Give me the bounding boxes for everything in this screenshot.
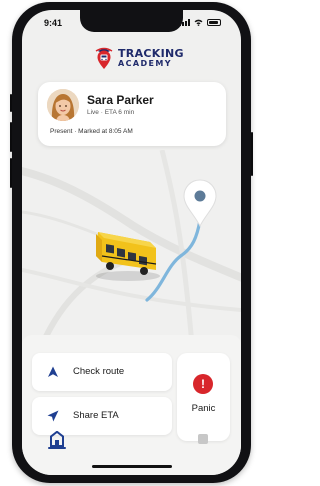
check-route-button[interactable]: Check route [32, 353, 172, 391]
active-tab-indicator [48, 447, 66, 449]
share-eta-label: Share ETA [73, 410, 119, 421]
notch [80, 10, 183, 32]
student-avatar [47, 89, 79, 121]
square-icon[interactable] [198, 434, 208, 444]
app-header: TRACKING ACADEMY [22, 44, 241, 78]
map-view[interactable] [22, 150, 241, 345]
student-attendance-status: Present · Marked at 8:05 AM [50, 128, 133, 135]
wifi-icon [194, 19, 203, 26]
power-button [251, 132, 253, 176]
brand-word-academy: ACADEMY [118, 59, 172, 68]
volume-down-button [10, 158, 12, 188]
bus-logo-icon [95, 47, 113, 69]
stage: 9:41 TRACKING ACADEMY Sara Parker Live ·… [0, 0, 263, 486]
navigation-arrow-icon [48, 366, 58, 377]
student-name: Sara Parker [87, 93, 154, 107]
status-icons [179, 19, 221, 26]
mute-switch [10, 94, 12, 112]
send-arrow-icon [47, 410, 59, 422]
alert-icon: ! [193, 374, 213, 394]
phone-screen: 9:41 TRACKING ACADEMY Sara Parker Live ·… [22, 10, 241, 475]
volume-up-button [10, 122, 12, 152]
status-time: 9:41 [44, 18, 63, 28]
home-icon[interactable] [50, 431, 64, 447]
student-live-eta: Live · ETA 6 min [87, 109, 135, 116]
home-indicator [92, 465, 172, 468]
panic-label: Panic [191, 403, 216, 414]
phone-frame: 9:41 TRACKING ACADEMY Sara Parker Live ·… [10, 2, 253, 483]
student-card[interactable]: Sara Parker Live · ETA 6 min Present · M… [38, 82, 226, 146]
battery-icon [207, 19, 221, 26]
check-route-label: Check route [73, 366, 125, 377]
